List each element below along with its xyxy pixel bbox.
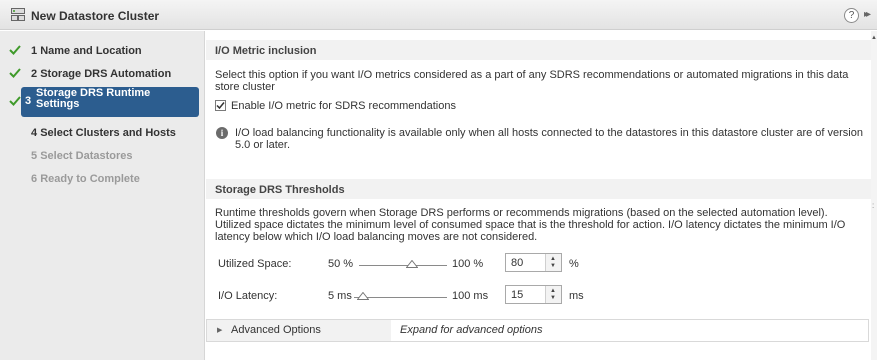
step-number: 5 [31, 150, 38, 162]
io-metric-description: Select this option if you want I/O metri… [215, 69, 849, 93]
step-number: 6 [31, 173, 38, 185]
expand-icon[interactable]: ▸▸ [864, 9, 871, 20]
utilized-space-unit: % [569, 258, 579, 270]
utilized-space-slider[interactable] [359, 265, 447, 266]
section-title: I/O Metric inclusion [215, 45, 317, 57]
scroll-up-icon[interactable]: ▲ [871, 35, 877, 41]
enable-io-metric-label[interactable]: Enable I/O metric for SDRS recommendatio… [231, 100, 631, 112]
help-icon[interactable]: ? [844, 8, 859, 23]
step-number: 2 [31, 68, 38, 80]
step-number: 1 [31, 45, 38, 57]
title-bar: New Datastore Cluster ? ▸▸ [0, 0, 877, 30]
utilized-space-min: 50 % [328, 258, 354, 270]
decrement-icon[interactable]: ▼ [550, 263, 556, 269]
step-select-datastores: 5 Select Datastores [0, 146, 205, 168]
step-label: Storage DRS Automation [40, 68, 172, 80]
enable-io-metric-checkbox[interactable] [215, 100, 226, 111]
utilized-space-slider-handle[interactable] [405, 259, 419, 268]
io-latency-min: 5 ms [328, 290, 352, 302]
checkmark-icon [9, 95, 21, 107]
step-select-clusters-and-hosts[interactable]: 4 Select Clusters and Hosts [0, 123, 205, 145]
section-title: Storage DRS Thresholds [215, 184, 345, 196]
step-storage-drs-runtime-settings[interactable]: 3 Storage DRS Runtime Settings [0, 87, 205, 117]
checkmark-icon [9, 67, 21, 79]
advanced-options-toggle[interactable]: ▶ Advanced Options [207, 320, 391, 341]
runtime-settings-panel: I/O Metric inclusion Select this option … [206, 31, 871, 360]
spinner-buttons[interactable]: ▲ ▼ [545, 286, 561, 303]
scroll-grip-icon[interactable]: : [872, 201, 874, 210]
advanced-options-label[interactable]: Advanced Options [231, 324, 321, 336]
step-ready-to-complete: 6 Ready to Complete [0, 169, 205, 191]
thresholds-section-header: Storage DRS Thresholds [206, 179, 871, 199]
step-label: Ready to Complete [40, 173, 140, 185]
vertical-scrollbar[interactable]: ▲ : [871, 31, 877, 360]
thresholds-description: Runtime thresholds govern when Storage D… [215, 207, 846, 243]
increment-icon[interactable]: ▲ [550, 256, 556, 262]
checkmark-icon [9, 44, 21, 56]
step-label: Name and Location [40, 45, 142, 57]
io-latency-slider-handle[interactable] [356, 291, 370, 300]
decrement-icon[interactable]: ▼ [550, 295, 556, 301]
advanced-options-description: Expand for advanced options [400, 324, 543, 336]
io-latency-max: 100 ms [452, 290, 489, 302]
window-title: New Datastore Cluster [31, 9, 160, 23]
increment-icon[interactable]: ▲ [550, 288, 556, 294]
utilized-space-value[interactable]: 80 [511, 257, 523, 269]
info-icon: i [216, 127, 228, 139]
step-storage-drs-automation[interactable]: 2 Storage DRS Automation [0, 64, 205, 86]
step-label: Storage DRS Runtime Settings [36, 87, 151, 110]
utilized-space-max: 100 % [452, 258, 484, 270]
step-name-and-location[interactable]: 1 Name and Location [0, 41, 205, 63]
utilized-space-spinner[interactable]: 80 ▲ ▼ [505, 253, 562, 272]
spinner-buttons[interactable]: ▲ ▼ [545, 254, 561, 271]
step-label: Select Clusters and Hosts [40, 127, 176, 139]
io-latency-spinner[interactable]: 15 ▲ ▼ [505, 285, 562, 304]
io-latency-value[interactable]: 15 [511, 289, 523, 301]
io-load-balancing-info: I/O load balancing functionality is avai… [235, 127, 863, 151]
step-number: 3 [25, 95, 32, 107]
io-metric-section-header: I/O Metric inclusion [206, 40, 871, 60]
io-latency-label: I/O Latency: [218, 290, 278, 302]
utilized-space-label: Utilized Space: [218, 258, 292, 270]
io-latency-unit: ms [569, 290, 584, 302]
step-label: Select Datastores [40, 150, 133, 162]
datastore-cluster-icon [11, 8, 25, 21]
wizard-steps: 1 Name and Location 2 Storage DRS Automa… [0, 31, 205, 360]
advanced-options-row[interactable]: ▶ Advanced Options Expand for advanced o… [206, 319, 869, 342]
step-number: 4 [31, 127, 38, 139]
expand-arrow-icon[interactable]: ▶ [217, 326, 222, 334]
